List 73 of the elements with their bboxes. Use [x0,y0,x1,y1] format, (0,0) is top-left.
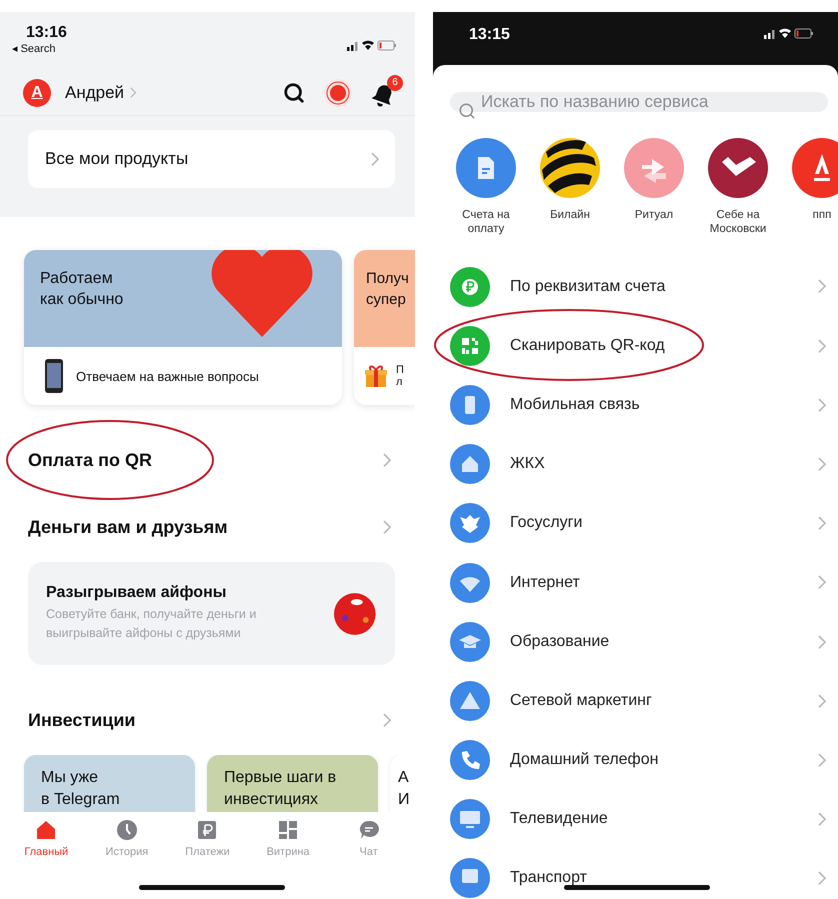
products-button[interactable]: Все мои продукты [28,130,395,188]
story-card[interactable]: Работаем как обычно Отвечаем на важные вопросы [24,250,342,405]
record-icon[interactable] [323,78,353,108]
service-row[interactable]: Интернет [433,552,838,612]
section-row[interactable]: Деньги вам и друзьям [0,495,415,560]
promo-title: Разыгрываем айфоны [46,584,228,602]
favorite-service[interactable]: Ритуал [618,138,690,257]
investment-title: И [398,790,410,810]
investment-title: инвестициях [224,790,320,810]
story-title: супер [366,290,407,310]
investment-card[interactable]: Первые шаги в инвестициях [207,755,378,812]
favorite-service[interactable]: Билайн [534,138,606,257]
user-name[interactable]: Андрей [65,82,124,102]
section-row[interactable]: Инвестиции [0,665,415,750]
story-title: как обычно [40,290,124,310]
smartphone-icon [44,359,64,393]
story-caption: л [396,376,404,388]
chevron-icon [818,516,826,531]
search-icon[interactable] [283,82,305,104]
search-icon [458,102,476,120]
favorite-service[interactable]: ппп [786,138,838,257]
section-row[interactable]: Оплата по QR [0,405,415,495]
investment-title: А [398,768,410,788]
chevron-icon [382,712,391,728]
favorite-service[interactable]: Себе на Московски [702,138,774,257]
story-caption: Отвечаем на важные вопросы [76,368,259,384]
service-row[interactable]: Телевидение [433,790,838,849]
chevron-icon [818,752,826,768]
status-time: 13:15 [469,26,510,44]
investment-title: Первые шаги в [224,768,338,788]
story-caption: П [396,364,404,376]
investment-title: Мы уже [41,768,100,788]
chevron-icon [382,520,391,535]
chevron-icon [818,398,826,412]
chevron-icon [818,338,826,353]
bank-logo[interactable]: А [23,78,51,106]
chevron-icon [818,694,826,708]
investment-title: в Telegram [41,790,121,810]
story-title: Получ [366,269,410,289]
status-icons [347,38,397,52]
gift-icon [364,364,388,388]
story-title: Работаем [40,269,114,289]
chevron-icon [818,871,826,886]
chevron-icon [130,86,136,98]
chevron-icon [818,575,826,590]
chevron-icon [382,452,391,468]
service-row[interactable]: Сканировать QR-код [433,316,838,376]
chevron-icon [818,456,826,472]
service-row[interactable]: ЖКХ [433,434,838,494]
service-row[interactable]: Госуслуги [433,494,838,553]
search-field[interactable]: Искать по названию сервиса [450,92,828,112]
status-time: 13:16 [26,24,67,42]
service-row[interactable]: Сетевой маркетинг [433,671,838,730]
promo-text: Советуйте банк, получайте деньги и выигрывайте айфоны с друзьями [46,606,258,642]
status-icons [764,26,814,40]
back-link[interactable]: ◂ Search [12,42,67,55]
notification-badge: 6 [387,74,403,90]
investment-card[interactable]: Мы уже в Telegram [24,755,195,812]
service-row[interactable]: Образование [433,612,838,672]
chevron-icon [818,812,826,826]
tab[interactable]: Главный [11,812,82,862]
service-row[interactable]: Мобильная связь [433,375,838,435]
chevron-icon [818,634,826,649]
chevron-icon [818,279,826,294]
chevron-icon [370,152,379,166]
investment-card[interactable]: А И [390,755,415,812]
promo-card[interactable]: Разыгрываем айфоны Советуйте банк, получайте деньги и выигрывайте айфоны с друзьями [28,562,395,665]
dice-icon [333,592,377,636]
service-row[interactable]: По реквизитам счета [433,257,838,316]
favorite-service[interactable]: Счета на оплату [450,138,522,257]
story-card[interactable]: Получ супер П л [354,250,415,405]
service-row[interactable]: Домашний телефон [433,730,838,790]
clock-icon [114,818,139,842]
